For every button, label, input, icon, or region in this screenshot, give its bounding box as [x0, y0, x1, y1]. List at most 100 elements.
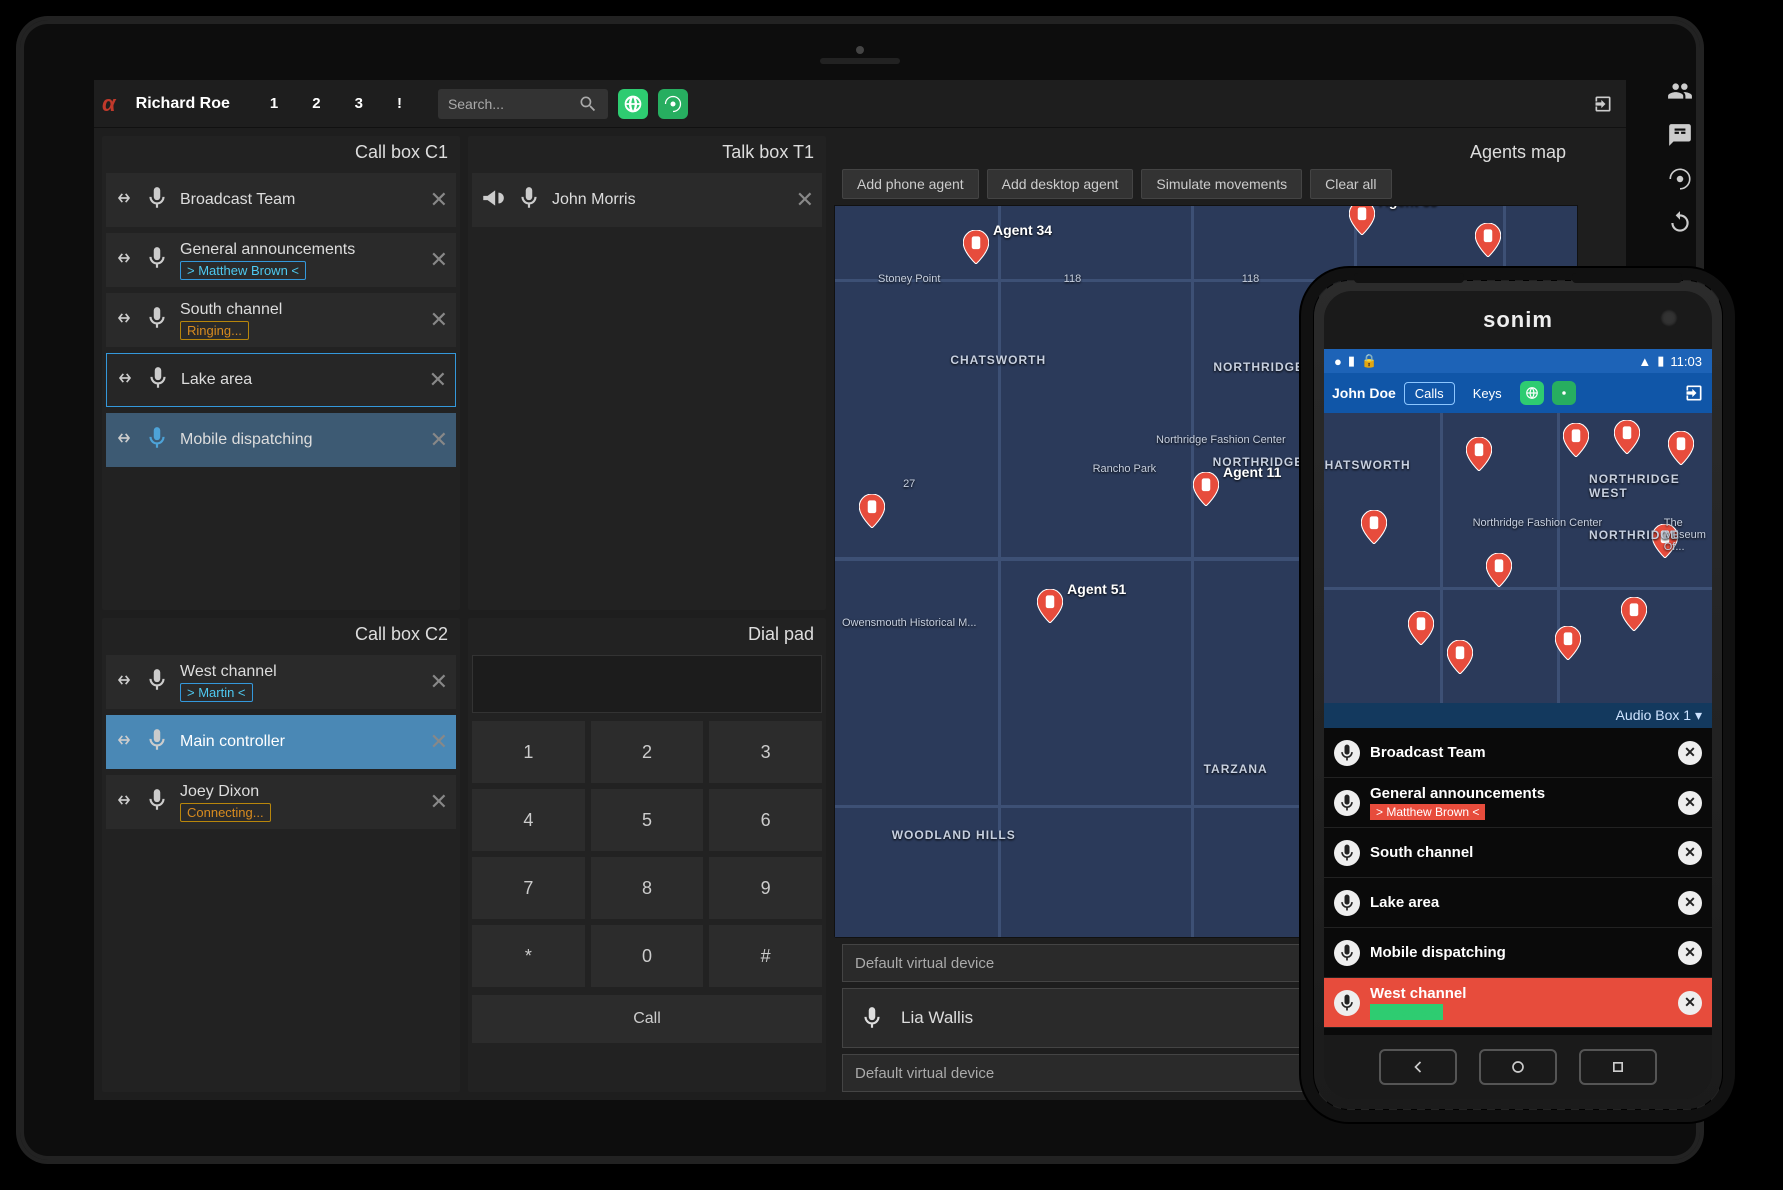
phone-channel-row[interactable]: Broadcast Team✕: [1324, 728, 1712, 778]
close-icon[interactable]: ✕: [430, 247, 448, 273]
close-icon[interactable]: ✕: [430, 187, 448, 213]
phone-app-bar: John Doe Calls Keys: [1324, 373, 1712, 413]
agent-pin[interactable]: Agent 11: [1193, 472, 1219, 506]
mic-icon: [144, 305, 170, 336]
dial-call-button[interactable]: Call: [472, 995, 822, 1043]
workspace-tab-1[interactable]: 1: [262, 87, 286, 120]
phone-agent-pin[interactable]: [1486, 553, 1512, 587]
callbox-c1-row[interactable]: South channelRinging...✕: [106, 293, 456, 347]
phone-nav-back[interactable]: [1379, 1049, 1457, 1085]
agent-pin[interactable]: Agent 34: [963, 230, 989, 264]
phone-camera: [1660, 309, 1678, 327]
phone-nav-home[interactable]: [1479, 1049, 1557, 1085]
close-icon[interactable]: ✕: [430, 427, 448, 453]
chat-icon[interactable]: [1667, 122, 1693, 148]
phone-channel-list: Broadcast Team✕General announcements> Ma…: [1324, 728, 1712, 1035]
dial-key-0[interactable]: 0: [591, 925, 704, 987]
agent-pin[interactable]: [859, 494, 885, 528]
map-button[interactable]: Clear all: [1310, 169, 1391, 199]
phone-agent-pin[interactable]: [1447, 640, 1473, 674]
close-icon[interactable]: ✕: [429, 367, 447, 393]
close-icon[interactable]: ✕: [430, 729, 448, 755]
close-icon[interactable]: ✕: [1678, 841, 1702, 865]
agent-pin[interactable]: Agent 51: [1037, 589, 1063, 623]
phone-channel-row[interactable]: South channel✕: [1324, 828, 1712, 878]
dial-key-#[interactable]: #: [709, 925, 822, 987]
map-button[interactable]: Add desktop agent: [987, 169, 1134, 199]
close-icon[interactable]: ✕: [1678, 941, 1702, 965]
callbox-c1-row[interactable]: Broadcast Team ✕: [106, 173, 456, 227]
phone-agent-pin[interactable]: [1408, 611, 1434, 645]
phone-orbit-button[interactable]: [1552, 381, 1576, 405]
phone-map[interactable]: CHATSWORTHNORTHRIDGE WESTNORTHRIDGENorth…: [1324, 413, 1712, 703]
dial-key-5[interactable]: 5: [591, 789, 704, 851]
map-area-label: CHATSWORTH: [950, 353, 1046, 367]
dial-key-7[interactable]: 7: [472, 857, 585, 919]
close-icon[interactable]: ✕: [1678, 891, 1702, 915]
phone-globe-button[interactable]: [1520, 381, 1544, 405]
dial-key-1[interactable]: 1: [472, 721, 585, 783]
close-icon[interactable]: ✕: [430, 669, 448, 695]
close-icon[interactable]: ✕: [1678, 991, 1702, 1015]
phone-agent-pin[interactable]: [1621, 597, 1647, 631]
phone-channel-row[interactable]: General announcements> Matthew Brown <✕: [1324, 778, 1712, 828]
orbit-button[interactable]: [658, 89, 688, 119]
talkbox-t1-row[interactable]: John Morris✕: [472, 173, 822, 227]
close-icon[interactable]: ✕: [796, 187, 814, 213]
map-button[interactable]: Add phone agent: [842, 169, 979, 199]
callbox-c2-row[interactable]: Joey DixonConnecting...✕: [106, 775, 456, 829]
dial-key-9[interactable]: 9: [709, 857, 822, 919]
callbox-c2-row[interactable]: West channel> Martin <✕: [106, 655, 456, 709]
share-icon: [114, 670, 134, 695]
search-placeholder: Search...: [448, 96, 504, 112]
agent-pin[interactable]: [1475, 223, 1501, 257]
current-user[interactable]: Richard Roe: [126, 93, 240, 115]
phone-tab-keys[interactable]: Keys: [1463, 383, 1512, 404]
phone-agent-pin[interactable]: [1614, 420, 1640, 454]
dial-key-8[interactable]: 8: [591, 857, 704, 919]
phone-agent-pin[interactable]: [1563, 423, 1589, 457]
phone-nav-recent[interactable]: [1579, 1049, 1657, 1085]
sync-icon[interactable]: [1667, 210, 1693, 236]
channel-label: Broadcast Team: [180, 191, 295, 209]
orbit-rail-icon[interactable]: [1667, 166, 1693, 192]
dial-display[interactable]: [472, 655, 822, 713]
workspace-tab-alert[interactable]: !: [389, 87, 410, 120]
channel-label: Mobile dispatching: [180, 431, 313, 449]
close-icon[interactable]: ✕: [430, 789, 448, 815]
workspace-tab-2[interactable]: 2: [304, 87, 328, 120]
phone-channel-row[interactable]: Mobile dispatching✕: [1324, 928, 1712, 978]
callbox-c1-row[interactable]: Lake area ✕: [106, 353, 456, 407]
agent-pin[interactable]: Agent 35: [1349, 205, 1375, 235]
globe-button[interactable]: [618, 89, 648, 119]
callbox-c2-row[interactable]: Main controller✕: [106, 715, 456, 769]
phone-audio-box-header[interactable]: Audio Box 1 ▾: [1324, 703, 1712, 728]
phone-agent-pin[interactable]: [1668, 431, 1694, 465]
phone-agent-pin[interactable]: [1466, 437, 1492, 471]
callbox-c1-row[interactable]: Mobile dispatching ✕: [106, 413, 456, 467]
phone-tab-calls[interactable]: Calls: [1404, 382, 1455, 405]
callbox-c1-row[interactable]: General announcements> Matthew Brown <✕: [106, 233, 456, 287]
phone-agent-pin[interactable]: [1361, 510, 1387, 544]
dial-key-2[interactable]: 2: [591, 721, 704, 783]
phone-channel-row[interactable]: Lake area✕: [1324, 878, 1712, 928]
close-icon[interactable]: ✕: [1678, 741, 1702, 765]
dial-key-6[interactable]: 6: [709, 789, 822, 851]
phone-agent-pin[interactable]: [1555, 626, 1581, 660]
phone-screen: ● ▮ 🔒 ▲ ▮ 11:03 John Doe Calls Keys: [1324, 349, 1712, 1035]
map-button[interactable]: Simulate movements: [1141, 169, 1302, 199]
phone-exit-icon[interactable]: [1684, 383, 1704, 403]
dial-key-3[interactable]: 3: [709, 721, 822, 783]
dial-key-4[interactable]: 4: [472, 789, 585, 851]
mic-icon: [516, 185, 542, 216]
workspace-tab-3[interactable]: 3: [347, 87, 371, 120]
phone-channel-row[interactable]: West channel> Agent 8 <✕: [1324, 978, 1712, 1028]
close-icon[interactable]: ✕: [1678, 791, 1702, 815]
search-input[interactable]: Search...: [438, 89, 608, 119]
close-icon[interactable]: ✕: [430, 307, 448, 333]
exit-button[interactable]: [1588, 89, 1618, 119]
exit-icon: [1593, 94, 1613, 114]
dial-key-*[interactable]: *: [472, 925, 585, 987]
channel-label: Lake area: [181, 371, 252, 389]
contacts-icon[interactable]: [1667, 78, 1693, 104]
